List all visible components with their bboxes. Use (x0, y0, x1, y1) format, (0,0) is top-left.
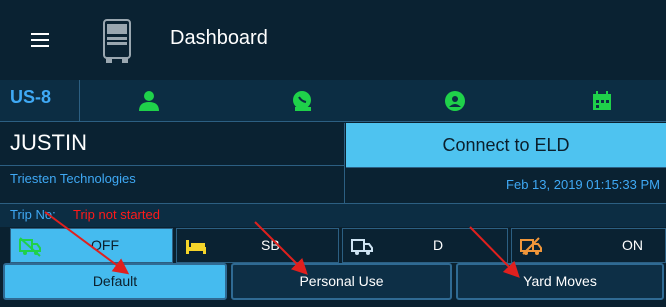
co-driver-icon[interactable] (290, 88, 316, 114)
hamburger-icon[interactable] (20, 20, 60, 60)
support-icon[interactable] (442, 88, 468, 114)
duty-sb-label: SB (261, 237, 280, 253)
datetime-text: Feb 13, 2019 01:15:33 PM (506, 177, 660, 192)
status-row (0, 80, 666, 122)
mode-default-tab[interactable]: Default (3, 263, 227, 300)
duty-on-button[interactable]: ON (511, 228, 666, 263)
duty-on-label: ON (622, 237, 643, 253)
truck-icon (100, 16, 134, 66)
divider (0, 165, 345, 166)
truck-off-icon (18, 234, 42, 258)
bed-icon (184, 234, 208, 258)
duty-sb-button[interactable]: SB (176, 228, 339, 263)
duty-off-label: OFF (91, 237, 119, 253)
mode-personal-use-tab[interactable]: Personal Use (231, 263, 452, 300)
truck-on-duty-icon (519, 234, 543, 258)
trip-value: Trip not started (73, 207, 160, 222)
trip-label: Trip No: (10, 207, 56, 222)
truck-driving-icon (350, 234, 374, 258)
duty-d-button[interactable]: D (342, 228, 508, 263)
page-title: Dashboard (170, 27, 268, 49)
calendar-icon[interactable] (589, 88, 615, 114)
duty-d-label: D (433, 237, 444, 253)
driver-icon[interactable] (136, 88, 162, 114)
duty-off-button[interactable]: OFF (10, 228, 173, 263)
connect-eld-button[interactable]: Connect to ELD (346, 123, 666, 167)
driver-name: JUSTIN (10, 130, 87, 155)
mode-yard-moves-tab[interactable]: Yard Moves (456, 263, 664, 300)
cycle-label[interactable]: US-8 (0, 80, 80, 122)
company-name: Triesten Technologies (10, 171, 136, 186)
